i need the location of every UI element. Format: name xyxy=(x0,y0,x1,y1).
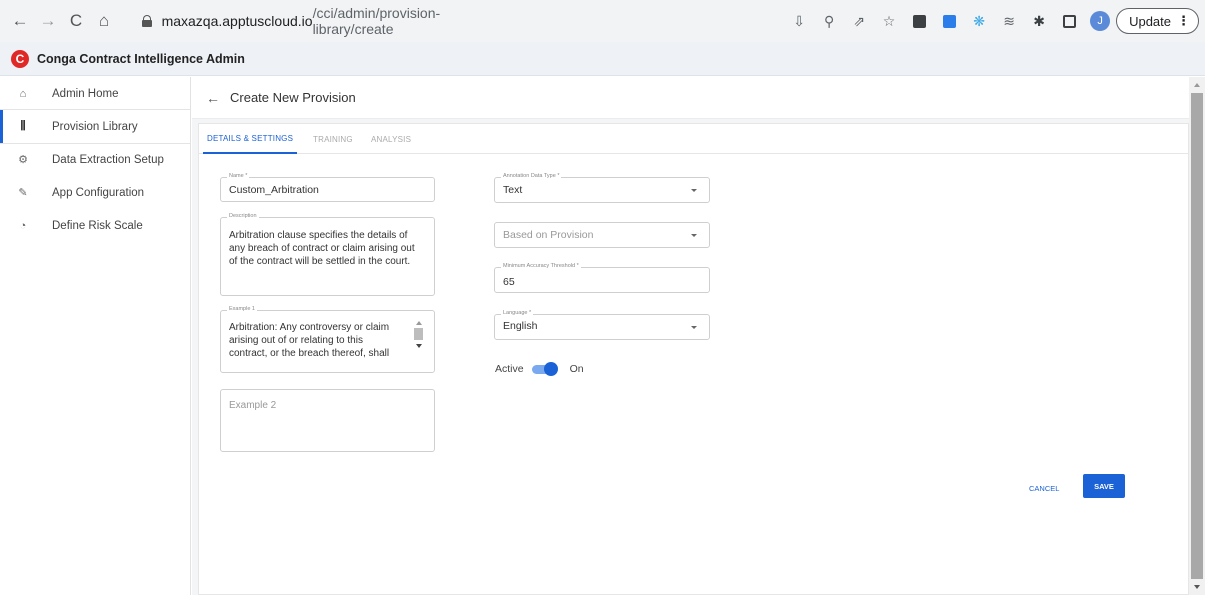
chevron-down-icon xyxy=(691,189,697,192)
example1-text: Arbitration: Any controversy or claim ar… xyxy=(229,321,389,360)
update-label: Update xyxy=(1129,13,1171,29)
sidebar: ⌂ Admin Home ⫼ Provision Library ⚙ Data … xyxy=(0,77,191,595)
app-header: C Conga Contract Intelligence Admin xyxy=(0,42,1205,76)
name-label: Name * xyxy=(227,173,250,179)
example1-field[interactable]: Example 1 Arbitration: Any controversy o… xyxy=(220,306,435,373)
active-toggle-row: Active On xyxy=(495,361,584,376)
tab-details-settings[interactable]: DETAILS & SETTINGS xyxy=(203,124,298,154)
sidebar-item-label: Provision Library xyxy=(52,120,138,133)
active-toggle[interactable] xyxy=(531,361,558,376)
back-arrow-icon[interactable]: ← xyxy=(206,90,220,106)
annotation-type-value: Text xyxy=(503,184,523,196)
text-line: arising out of or relating to this xyxy=(229,335,363,346)
sidebar-item-admin-home[interactable]: ⌂ Admin Home xyxy=(0,77,190,110)
save-button[interactable]: SAVE xyxy=(1083,474,1125,498)
accuracy-threshold-label: Minimum Accuracy Threshold * xyxy=(501,263,581,269)
tab-training[interactable]: TRAINING xyxy=(313,124,353,154)
main-content: ← Create New Provision DETAILS & SETTING… xyxy=(192,77,1189,595)
scroll-up-icon[interactable] xyxy=(415,321,422,325)
chevron-down-icon xyxy=(691,234,697,237)
app-title: Conga Contract Intelligence Admin xyxy=(37,51,245,66)
update-button[interactable]: Update ⋮ xyxy=(1116,8,1199,34)
sidebar-item-label: Data Extraction Setup xyxy=(52,153,164,166)
sidebar-item-provision-library[interactable]: ⫼ Provision Library xyxy=(0,110,190,143)
wrench-icon: ✎ xyxy=(18,187,28,199)
extension-icon[interactable] xyxy=(906,8,932,34)
example2-field[interactable]: Example 2 xyxy=(220,389,435,452)
tab-analysis[interactable]: ANALYSIS xyxy=(371,124,411,154)
bookmark-star-icon[interactable]: ☆ xyxy=(876,8,902,34)
example2-placeholder: Example 2 xyxy=(229,400,277,411)
page-title: Create New Provision xyxy=(230,90,356,105)
toggle-knob xyxy=(543,361,558,376)
text-line: Arbitration: Any controversy or claim xyxy=(229,322,390,333)
sidebar-item-label: Define Risk Scale xyxy=(52,219,143,232)
react-extension-icon[interactable]: ❋ xyxy=(966,8,992,34)
accuracy-threshold-value: 65 xyxy=(503,276,515,288)
annotation-type-label: Annotation Data Type * xyxy=(501,173,562,179)
description-text: Arbitration clause specifies the details… xyxy=(229,229,415,268)
tab-bar: DETAILS & SETTINGS TRAINING ANALYSIS xyxy=(199,124,1188,154)
name-value: Custom_Arbitration xyxy=(229,184,319,196)
back-arrow-icon[interactable]: ← xyxy=(6,7,34,35)
example1-scrollbar[interactable] xyxy=(413,319,424,359)
chevron-down-icon xyxy=(691,326,697,329)
scroll-thumb[interactable] xyxy=(1191,93,1203,579)
description-label: Description xyxy=(227,213,259,219)
url-host: maxazqa.apptuscloud.io xyxy=(161,13,313,29)
based-on-provision-select[interactable]: Based on Provision xyxy=(494,222,710,248)
reload-icon[interactable]: C xyxy=(62,7,90,35)
share-icon[interactable]: ⇗ xyxy=(846,8,872,34)
browser-actions: ⇩ ⚲ ⇗ ☆ ❋ ≋ ✱ J Update ⋮ xyxy=(784,7,1199,35)
install-app-icon[interactable]: ⇩ xyxy=(786,8,812,34)
active-label: Active xyxy=(495,363,524,375)
zoom-icon[interactable]: ⚲ xyxy=(816,8,842,34)
active-state-label: On xyxy=(569,363,584,375)
gear-icon: ⚙ xyxy=(18,154,28,166)
description-field[interactable]: Description Arbitration clause specifies… xyxy=(220,213,435,296)
sidebar-item-label: App Configuration xyxy=(52,186,145,199)
scroll-thumb[interactable] xyxy=(414,328,423,340)
name-field[interactable]: Name * Custom_Arbitration xyxy=(220,173,435,202)
text-line: contract, or the breach thereof, shall xyxy=(229,348,390,359)
text-line: any breach of contract or claim arising … xyxy=(229,243,415,254)
home-icon[interactable]: ⌂ xyxy=(90,7,118,35)
language-label: Language * xyxy=(501,310,534,316)
home-icon: ⌂ xyxy=(19,87,27,100)
url-path: /cci/admin/provision-library/create xyxy=(312,5,441,37)
accuracy-threshold-input[interactable]: Minimum Accuracy Threshold * 65 xyxy=(494,263,710,293)
address-bar[interactable]: maxazqa.apptuscloud.io/cci/admin/provisi… xyxy=(142,5,512,37)
lock-icon xyxy=(142,15,152,27)
sidebar-item-define-risk-scale[interactable]: ◔ Define Risk Scale xyxy=(0,209,190,242)
avatar[interactable]: J xyxy=(1090,11,1111,31)
sidebar-item-data-extraction-setup[interactable]: ⚙ Data Extraction Setup xyxy=(0,143,190,176)
page-header: ← Create New Provision xyxy=(192,77,1189,119)
browser-toolbar: ← → C ⌂ maxazqa.apptuscloud.io/cci/admin… xyxy=(0,0,1205,42)
sidebar-item-app-configuration[interactable]: ✎ App Configuration xyxy=(0,176,190,209)
language-select[interactable]: Language * English xyxy=(494,310,710,340)
metrics-extension-icon[interactable]: ≋ xyxy=(996,8,1022,34)
scroll-down-icon[interactable] xyxy=(1194,585,1200,589)
scroll-down-icon[interactable] xyxy=(415,344,422,348)
annotation-type-select[interactable]: Annotation Data Type * Text xyxy=(494,173,710,203)
text-line: of the contract will be settled in the c… xyxy=(229,256,411,267)
sidebar-item-label: Admin Home xyxy=(52,87,119,100)
library-icon: ⫼ xyxy=(20,120,26,132)
based-on-provision-placeholder: Based on Provision xyxy=(503,229,594,241)
side-panel-icon[interactable] xyxy=(1056,8,1082,34)
kebab-menu-icon: ⋮ xyxy=(1177,13,1190,28)
cancel-button[interactable]: CANCEL xyxy=(1029,476,1059,500)
extension-blue-icon[interactable] xyxy=(936,8,962,34)
scroll-up-icon[interactable] xyxy=(1194,83,1200,87)
provision-form-card: DETAILS & SETTINGS TRAINING ANALYSIS Nam… xyxy=(198,123,1189,595)
forward-arrow-icon[interactable]: → xyxy=(34,7,62,35)
text-line: Arbitration clause specifies the details… xyxy=(229,230,408,241)
conga-logo-icon: C xyxy=(11,49,29,68)
puzzle-icon[interactable]: ✱ xyxy=(1026,8,1052,34)
gauge-icon: ◔ xyxy=(19,219,27,232)
language-value: English xyxy=(503,320,538,332)
example1-label: Example 1 xyxy=(227,306,257,312)
page-scrollbar[interactable] xyxy=(1189,77,1205,595)
